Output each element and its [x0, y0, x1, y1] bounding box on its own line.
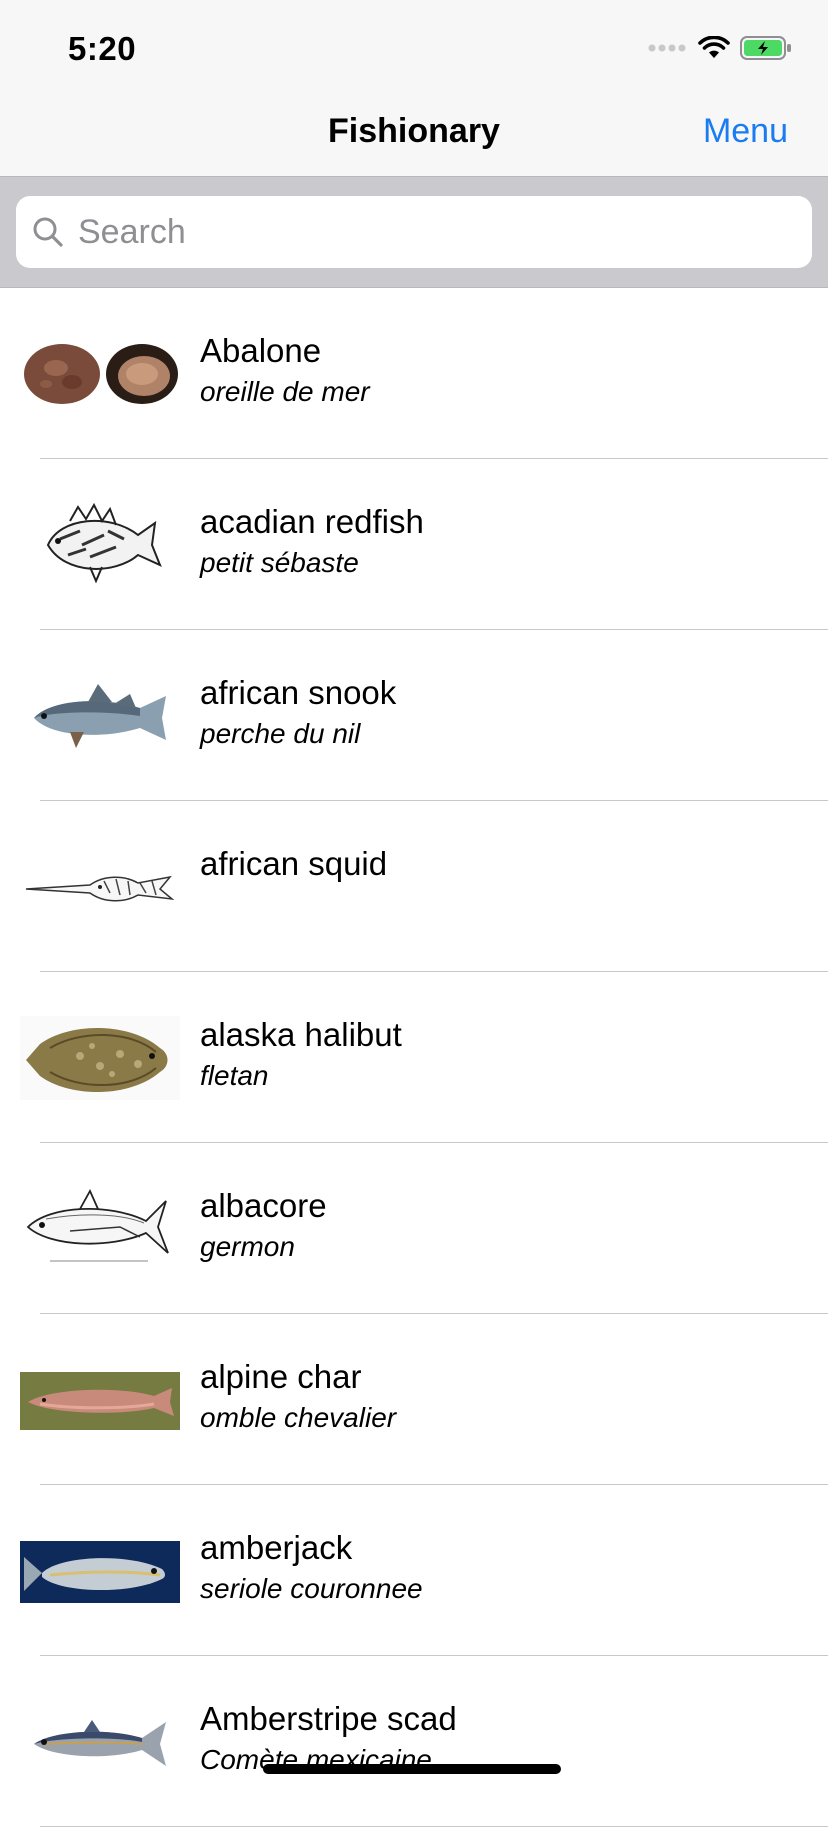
item-name: amberjack: [200, 1529, 353, 1566]
list-item-amberstripe-scad[interactable]: Amberstripe scad Comète mexicaine: [0, 1656, 828, 1827]
albacore-drawing: [26, 1188, 169, 1262]
list-item-albacore[interactable]: albacore germon: [0, 1143, 828, 1314]
item-french-name: omble chevalier: [200, 1402, 397, 1433]
status-bar: 5:20: [0, 0, 828, 88]
item-name: african snook: [200, 674, 397, 711]
home-indicator[interactable]: [263, 1764, 561, 1774]
wifi-icon: [698, 36, 730, 58]
status-icons: [648, 36, 792, 60]
item-french-name: oreille de mer: [200, 376, 370, 407]
search-field[interactable]: [16, 196, 812, 268]
fish-list: Abalone oreille de mer acadian redfish p…: [0, 288, 828, 1827]
list-item-amberjack[interactable]: amberjack seriole couronnee: [0, 1485, 828, 1656]
navigation-bar: Fishionary Menu: [0, 88, 828, 176]
item-name: alaska halibut: [200, 1016, 402, 1053]
list-item-acadian-redfish[interactable]: acadian redfish petit sébaste: [0, 459, 828, 630]
alaska-halibut-image: [20, 1016, 180, 1100]
battery-charging-icon: [740, 36, 791, 60]
amberstripe-scad-image: [34, 1720, 166, 1766]
amberjack-photo: [20, 1541, 180, 1603]
menu-button[interactable]: Menu: [703, 112, 788, 151]
search-bar: [0, 176, 828, 288]
alpine-char-photo: [20, 1372, 180, 1430]
list-item-alaska-halibut[interactable]: alaska halibut fletan: [0, 972, 828, 1143]
item-name: Abalone: [200, 332, 322, 369]
item-french-name: perche du nil: [200, 718, 361, 749]
african-snook-image: [34, 684, 166, 748]
search-input[interactable]: [74, 196, 798, 268]
item-french-name: petit sébaste: [200, 547, 359, 578]
list-item-african-snook[interactable]: african snook perche du nil: [0, 630, 828, 801]
item-french-name: germon: [200, 1231, 295, 1262]
item-name: albacore: [200, 1187, 327, 1224]
list-item-abalone[interactable]: Abalone oreille de mer: [0, 288, 828, 459]
list-item-alpine-char[interactable]: alpine char omble chevalier: [0, 1314, 828, 1485]
cellular-signal-icon: [648, 44, 686, 52]
item-french-name: fletan: [200, 1060, 269, 1091]
item-name: alpine char: [200, 1358, 362, 1395]
item-name: Amberstripe scad: [200, 1700, 457, 1737]
african-squid-drawing: [25, 875, 175, 902]
item-french-name: seriole couronnee: [200, 1573, 423, 1604]
item-name: african squid: [200, 845, 388, 882]
status-time: 5:20: [68, 30, 137, 67]
search-icon: [33, 217, 63, 247]
acadian-redfish-drawing: [46, 502, 162, 584]
abalone-shell-image: [24, 344, 178, 404]
item-name: acadian redfish: [200, 503, 424, 540]
list-item-african-squid[interactable]: african squid: [0, 801, 828, 972]
